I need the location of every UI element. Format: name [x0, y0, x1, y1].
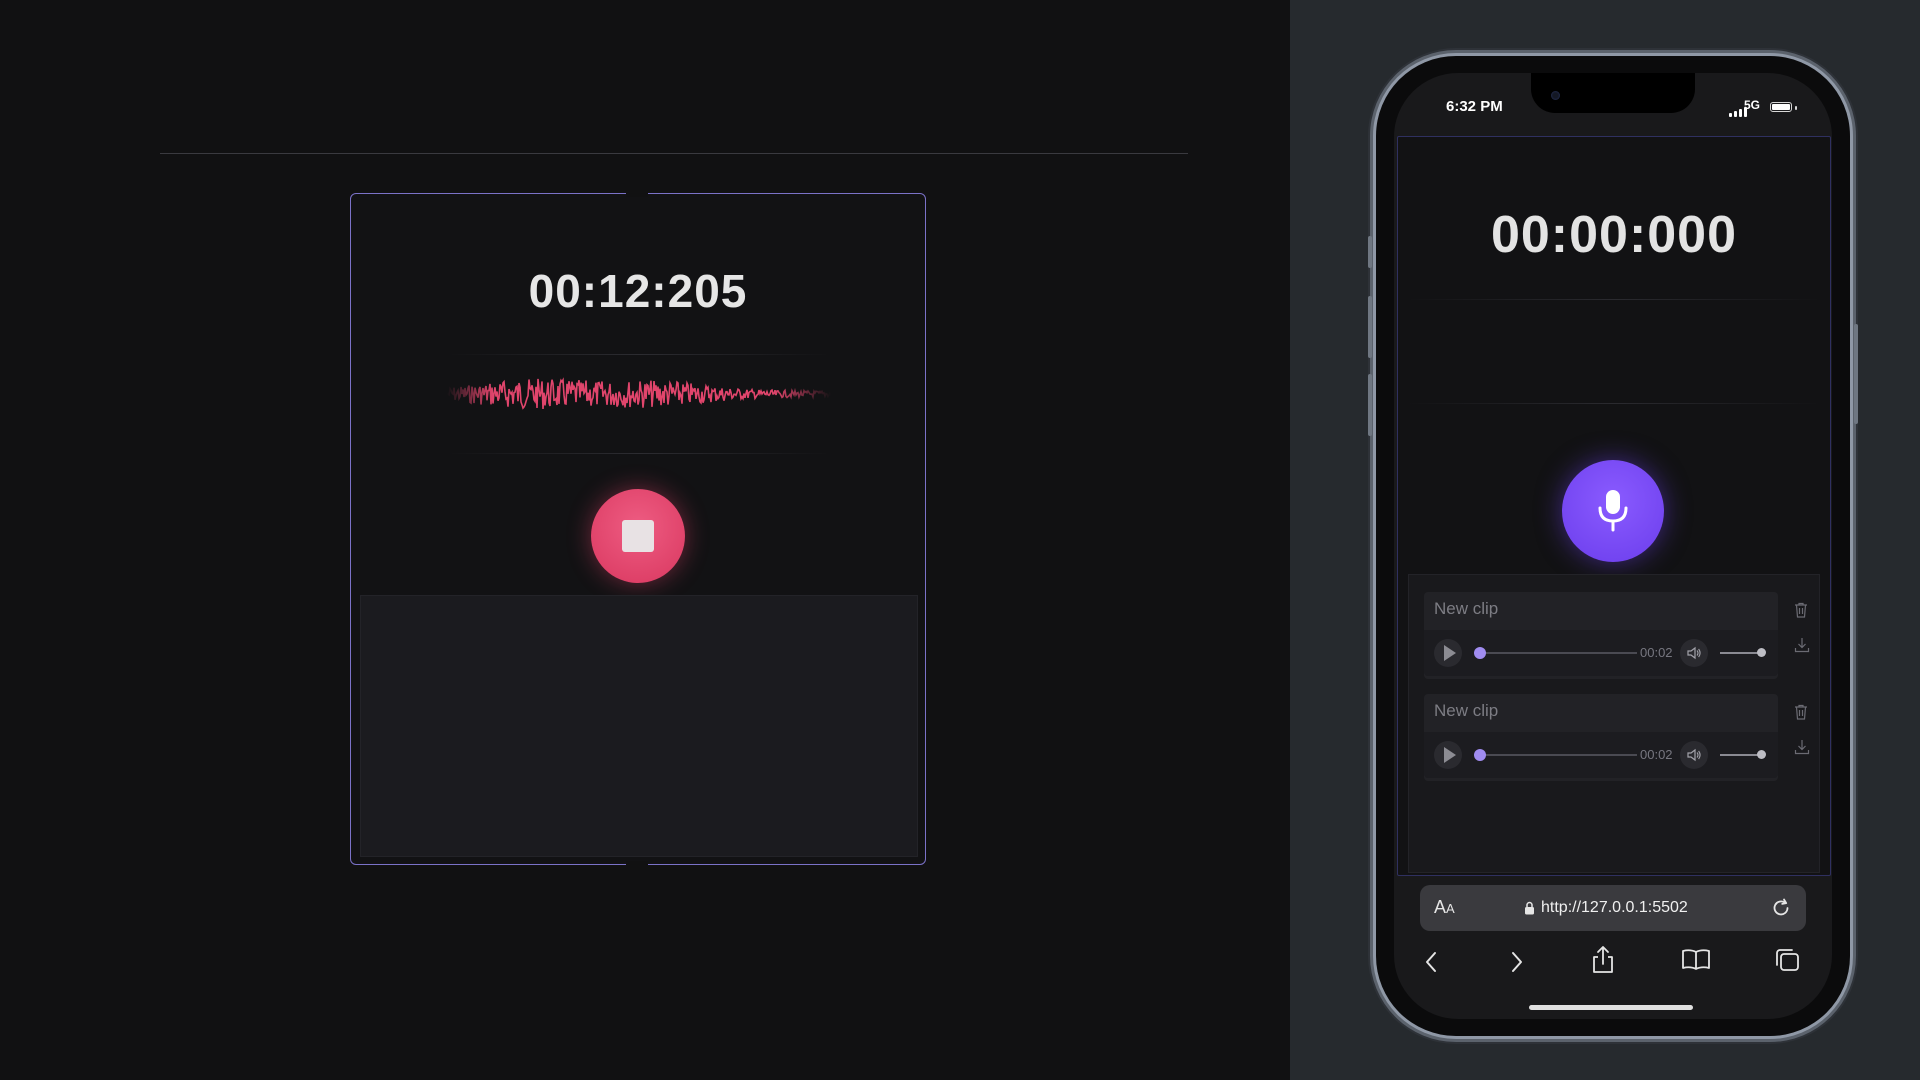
bookmarks-icon[interactable] — [1681, 948, 1711, 972]
clip-name[interactable]: New clip — [1434, 701, 1498, 721]
download-icon[interactable] — [1794, 739, 1810, 755]
clip-duration: 00:02 — [1640, 645, 1673, 660]
recorder-app: 00:00:000 New clip 00:02 New clip 00:02 — [1397, 136, 1831, 876]
tabs-icon[interactable] — [1774, 947, 1802, 973]
speaker-icon — [1687, 748, 1701, 762]
power-button — [1854, 324, 1858, 424]
phone-frame: 6:32 PM 5G 00:00:000 New clip 00:02 New … — [1368, 56, 1858, 1036]
waveform-bottom-divider — [1406, 403, 1822, 404]
mobile-timer: 00:00:000 — [1490, 206, 1738, 264]
recording-timer: 00:12:205 — [528, 265, 748, 317]
play-button[interactable] — [1434, 639, 1462, 667]
audio-player: 00:02 — [1424, 630, 1778, 676]
audio-waveform — [447, 377, 831, 410]
waveform-top-divider — [1406, 299, 1822, 300]
home-indicator — [1529, 1005, 1693, 1010]
microphone-icon — [1598, 490, 1628, 532]
volume-slider[interactable] — [1720, 652, 1760, 654]
text-size-button[interactable]: AA — [1434, 897, 1455, 918]
volume-handle[interactable] — [1757, 648, 1766, 657]
clip-item: New clip 00:02 — [1424, 592, 1778, 679]
seek-handle[interactable] — [1474, 749, 1486, 761]
battery-icon — [1770, 102, 1792, 112]
waveform-bottom-divider — [447, 453, 831, 454]
speaker-icon — [1687, 646, 1701, 660]
trash-icon[interactable] — [1794, 602, 1808, 618]
waveform-top-divider — [447, 354, 831, 355]
clips-list — [360, 595, 918, 857]
status-time: 6:32 PM — [1446, 98, 1503, 115]
seek-handle[interactable] — [1474, 647, 1486, 659]
desktop-view: 00:12:205 — [0, 0, 1290, 1080]
url-display[interactable]: http://127.0.0.1:5502 — [1524, 899, 1688, 917]
audio-player: 00:02 — [1424, 732, 1778, 778]
phone-screen: 6:32 PM 5G 00:00:000 New clip 00:02 New … — [1394, 73, 1832, 1019]
camera-icon — [1551, 91, 1560, 100]
mute-button[interactable] — [1680, 741, 1708, 769]
divider — [160, 153, 1188, 154]
mute-switch — [1368, 236, 1372, 268]
browser-toolbar — [1394, 941, 1832, 991]
status-bar: 6:32 PM 5G — [1394, 73, 1832, 143]
stop-square-icon — [622, 520, 654, 552]
play-icon — [1443, 747, 1456, 763]
clip-name[interactable]: New clip — [1434, 599, 1498, 619]
forward-icon[interactable] — [1506, 949, 1526, 975]
volume-handle[interactable] — [1757, 750, 1766, 759]
network-type: 5G — [1743, 98, 1760, 112]
volume-slider[interactable] — [1720, 754, 1760, 756]
stop-recording-button[interactable] — [591, 489, 685, 583]
share-icon[interactable] — [1590, 945, 1616, 975]
text-size-label-small: A — [1446, 901, 1455, 916]
seek-bar[interactable] — [1479, 754, 1637, 756]
mute-button[interactable] — [1680, 639, 1708, 667]
volume-up-button — [1368, 296, 1372, 358]
dynamic-island — [1531, 73, 1695, 113]
seek-bar[interactable] — [1479, 652, 1637, 654]
mobile-preview: 6:32 PM 5G 00:00:000 New clip 00:02 New … — [1290, 0, 1920, 1080]
lock-icon — [1525, 901, 1534, 915]
address-bar[interactable]: AA http://127.0.0.1:5502 — [1420, 885, 1806, 931]
frame-gap-top — [626, 191, 648, 197]
download-icon[interactable] — [1794, 637, 1810, 653]
text-size-label-big: A — [1434, 897, 1447, 917]
battery-cap — [1795, 106, 1797, 110]
clip-item: New clip 00:02 — [1424, 694, 1778, 781]
clip-duration: 00:02 — [1640, 747, 1673, 762]
play-button[interactable] — [1434, 741, 1462, 769]
recorder-card: 00:12:205 — [350, 191, 926, 867]
reload-icon[interactable] — [1770, 897, 1792, 919]
play-icon — [1443, 645, 1456, 661]
record-button[interactable] — [1562, 460, 1664, 562]
back-icon[interactable] — [1422, 949, 1442, 975]
trash-icon[interactable] — [1794, 704, 1808, 720]
clips-list: New clip 00:02 New clip 00:02 — [1408, 574, 1820, 873]
url-text: http://127.0.0.1:5502 — [1541, 899, 1688, 916]
frame-gap-bottom — [626, 861, 648, 867]
volume-down-button — [1368, 374, 1372, 436]
